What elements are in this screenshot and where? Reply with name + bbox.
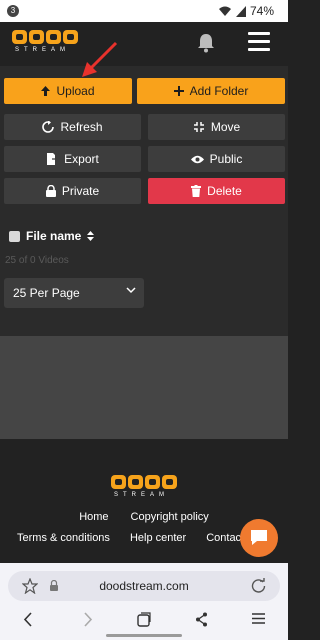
plus-icon [173,86,184,96]
empty-content-area [0,336,288,439]
battery-level: 74% [249,4,274,18]
address-bar[interactable]: doodstream.com [8,571,280,601]
arrow-up-icon [41,86,51,96]
chevron-down-icon [126,287,136,294]
site-header: STREAM [0,22,288,66]
move-label: Move [210,120,241,134]
file-list: File name 25 of 0 Videos 25 Per Page [0,213,288,336]
sort-icon[interactable] [87,231,95,241]
site-footer: STREAM Home Copyright policy Terms & con… [0,439,288,563]
export-label: Export [64,152,99,166]
footer-link-help[interactable]: Help center [130,532,186,544]
trash-icon [191,185,202,197]
bell-icon[interactable] [197,33,215,53]
browser-nav-row [0,608,288,632]
select-all-checkbox[interactable] [9,230,20,242]
url-text: doodstream.com [99,579,189,593]
refresh-button[interactable]: Refresh [4,114,141,140]
add-folder-button[interactable]: Add Folder [137,78,285,104]
notification-count-badge: 3 [7,5,19,17]
annotation-arrow [82,41,118,77]
private-button[interactable]: Private [4,178,141,204]
refresh-label: Refresh [60,120,103,134]
browser-menu-icon[interactable] [252,612,265,625]
footer-logo-subtitle: STREAM [114,492,170,498]
back-icon[interactable] [23,612,33,627]
export-button[interactable]: Export [4,146,141,172]
export-icon [47,153,59,165]
footer-link-terms[interactable]: Terms & conditions [17,532,110,544]
footer-link-contact[interactable]: Contact [206,532,244,544]
chat-bubble-icon [251,530,267,545]
tabs-icon[interactable] [137,612,151,627]
footer-doodstream-logo[interactable]: STREAM [111,475,181,505]
per-page-select[interactable]: 25 Per Page [4,278,144,308]
forward-icon[interactable] [83,612,93,627]
public-button[interactable]: Public [148,146,285,172]
video-count-text: 25 of 0 Videos [5,255,69,266]
file-list-header: File name [9,229,95,243]
upload-label: Upload [56,84,95,98]
compress-icon [193,122,204,132]
file-actions-panel: Upload Add Folder Refresh Move Export Pu… [0,66,288,213]
footer-links-row-1: Home Copyright policy [0,511,288,523]
signal-icon [235,5,246,17]
hamburger-menu-icon[interactable] [248,32,270,52]
footer-link-copyright[interactable]: Copyright policy [131,511,209,523]
browser-toolbar: doodstream.com [0,563,288,640]
wifi-icon [218,6,231,16]
status-bar: 3 74% [0,0,288,22]
delete-button[interactable]: Delete [148,178,285,204]
share-icon[interactable] [195,612,208,627]
refresh-icon [42,121,55,133]
status-right: 74% [218,4,274,18]
delete-label: Delete [207,184,242,198]
per-page-value: 25 Per Page [13,286,80,300]
doodstream-logo[interactable]: STREAM [12,30,82,60]
footer-links-row-2: Terms & conditions Help center Contact [17,532,244,544]
eye-icon [190,155,204,163]
logo-subtitle: STREAM [15,47,71,53]
reload-icon[interactable] [251,578,266,593]
private-label: Private [61,184,100,198]
lock-icon [45,185,56,197]
gesture-bar[interactable] [106,634,182,637]
footer-link-home[interactable]: Home [79,511,108,523]
chat-button[interactable] [240,519,278,557]
public-label: Public [209,152,243,166]
add-folder-label: Add Folder [189,84,249,98]
file-name-column-header[interactable]: File name [26,229,81,243]
move-button[interactable]: Move [148,114,285,140]
